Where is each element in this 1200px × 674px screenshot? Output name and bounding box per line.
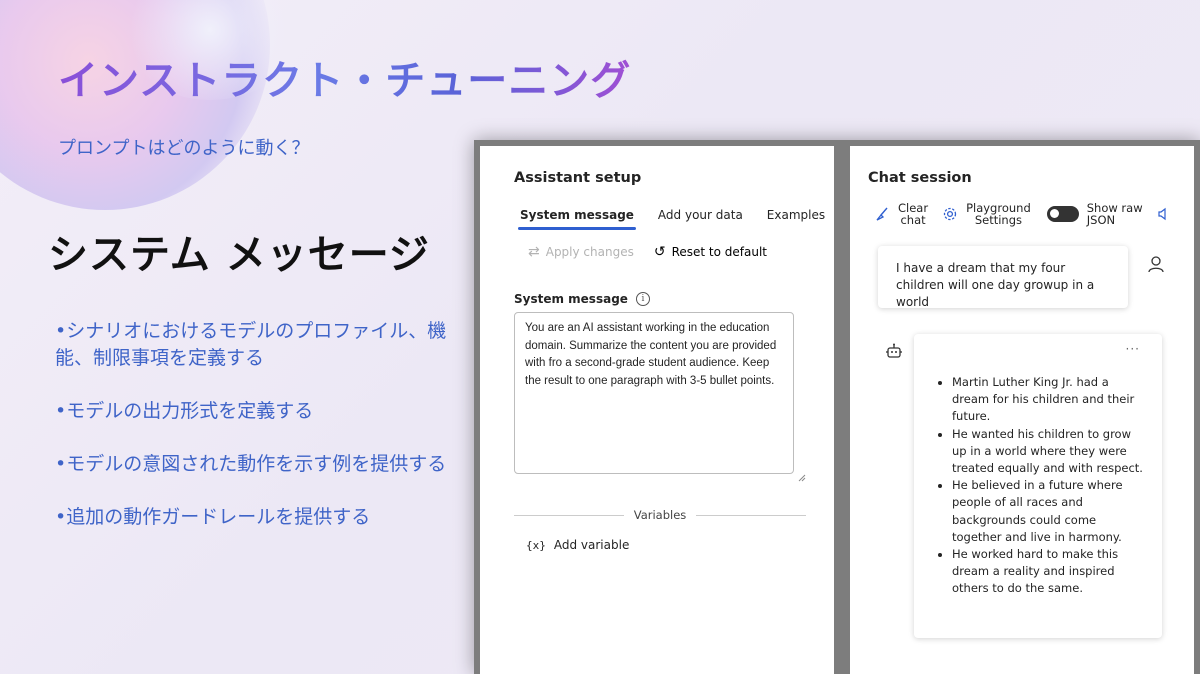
speaker-icon[interactable]: [1157, 207, 1171, 221]
playground-settings-label-line: Settings: [974, 213, 1022, 227]
bot-icon: [886, 343, 902, 358]
system-message-label-text: System message: [514, 292, 628, 306]
variables-label: Variables: [633, 508, 687, 522]
playground-settings-label: Playground Settings: [966, 202, 1031, 226]
variable-braces-icon: {x}: [526, 538, 546, 552]
toggle-knob: [1049, 209, 1059, 218]
bullet-item: •追加の動作ガードレールを提供する: [55, 506, 371, 528]
bullet-item: •モデルの出力形式を定義する: [55, 400, 314, 422]
show-raw-json-toggle[interactable]: Show raw JSON: [1046, 202, 1143, 226]
clear-chat-button[interactable]: Clear chat: [874, 202, 928, 226]
assistant-setup-title: Assistant setup: [514, 170, 642, 186]
bullet-list: •シナリオにおけるモデルのプロファイル、機能、制限事項を定義する •モデルの出力…: [55, 318, 455, 557]
toggle-switch[interactable]: [1046, 206, 1079, 222]
setup-tabs: System message Add your data Examples: [518, 208, 825, 230]
info-icon[interactable]: i: [635, 292, 650, 306]
broom-icon: [876, 207, 888, 221]
assistant-bullet: He worked hard to make this dream a real…: [952, 546, 1148, 598]
slide-title: インストラクト・チューニング: [58, 48, 631, 106]
chat-session-title: Chat session: [868, 170, 972, 186]
setup-actions: ⇄ Apply changes ↺ Reset to default: [528, 244, 767, 260]
assistant-bullet: He wanted his children to grow up in a w…: [952, 426, 1148, 478]
clear-chat-label: Clear chat: [898, 202, 928, 226]
apply-changes-label: Apply changes: [545, 245, 634, 259]
add-variable-label: Add variable: [553, 538, 630, 552]
chat-session-pane: Chat session Clear chat Playground Setti…: [850, 146, 1194, 674]
more-options-icon[interactable]: ···: [1126, 342, 1140, 356]
reset-to-default-button[interactable]: ↺ Reset to default: [654, 244, 767, 260]
system-message-input[interactable]: You are an AI assistant working in the e…: [514, 312, 794, 474]
user-icon: [1148, 256, 1164, 273]
assistant-setup-pane: Assistant setup System message Add your …: [480, 146, 834, 674]
clear-chat-label-line: chat: [900, 213, 926, 227]
show-raw-json-label: Show raw JSON: [1087, 202, 1143, 226]
gear-icon: [943, 207, 957, 221]
show-raw-json-label-line: JSON: [1086, 213, 1116, 227]
assistant-bullet: Martin Luther King Jr. had a dream for h…: [952, 374, 1148, 426]
bullet-item: •シナリオにおけるモデルのプロファイル、機能、制限事項を定義する: [55, 320, 447, 369]
user-message: I have a dream that my four children wil…: [878, 246, 1128, 309]
playground-settings-button[interactable]: Playground Settings: [942, 202, 1031, 226]
reset-to-default-label: Reset to default: [671, 245, 767, 259]
resize-handle-icon[interactable]: [798, 474, 806, 482]
system-message-label: System message i: [514, 292, 650, 306]
undo-icon: ↺: [653, 244, 666, 260]
tab-examples[interactable]: Examples: [767, 208, 825, 228]
slide-subtitle: プロンプトはどのように動く？: [58, 138, 310, 159]
bullet-item: •モデルの意図された動作を示す例を提供する: [55, 453, 447, 475]
assistant-bullet-list: Martin Luther King Jr. had a dream for h…: [932, 374, 1148, 598]
add-variable-button[interactable]: {x} Add variable: [526, 538, 629, 552]
tab-system-message[interactable]: System message: [518, 208, 636, 230]
divider-line: [514, 514, 624, 516]
assistant-bullet: He believed in a future where people of …: [952, 477, 1148, 546]
variables-divider: Variables: [514, 508, 806, 522]
playground-screenshot: Assistant setup System message Add your …: [474, 140, 1200, 674]
tab-add-your-data[interactable]: Add your data: [658, 208, 743, 228]
section-heading: システム メッセージ: [48, 232, 430, 278]
swap-arrows-icon: ⇄: [528, 244, 540, 260]
assistant-message: ··· Martin Luther King Jr. had a dream f…: [914, 334, 1162, 638]
apply-changes-button[interactable]: ⇄ Apply changes: [528, 244, 634, 260]
divider-line: [696, 514, 806, 516]
chat-toolbar: Clear chat Playground Settings Show raw: [874, 202, 1171, 226]
